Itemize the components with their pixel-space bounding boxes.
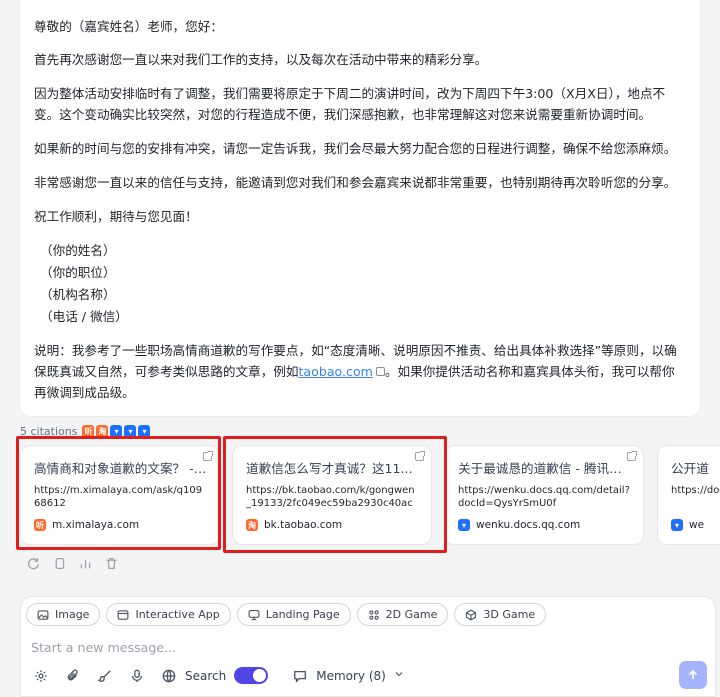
taobao-icon: 淘: [96, 425, 109, 438]
message-paragraph-4: 非常感谢您一直以来的信任与支持，能邀请到您对我们和参会嘉宾来说都非常重要，也特别…: [34, 175, 677, 190]
message-actions: [26, 556, 118, 570]
message-paragraph-5: 祝工作顺利，期待与您见面！: [34, 209, 198, 224]
citation-title: 高情商和对象道歉的文案？ - ...: [34, 461, 207, 476]
chip-label: 3D Game: [483, 608, 536, 621]
citation-url: https://wenku.docs.qq.com/detail?docId=Q…: [458, 485, 630, 509]
chip-2d-game[interactable]: 2D Game: [356, 603, 449, 626]
chip-interactive-app[interactable]: Interactive App: [106, 603, 231, 626]
external-link-icon: [375, 367, 385, 376]
external-link-icon: [627, 451, 637, 461]
tencent-docs-icon: ▾: [124, 425, 137, 438]
arrow-up-icon: [688, 669, 698, 679]
citation-cards: 高情商和对象道歉的文案？ - ... https://m.ximalaya.co…: [20, 445, 720, 545]
citation-url: https://docId=: [671, 485, 720, 496]
citation-source: ▾ we: [671, 519, 720, 531]
microphone-icon[interactable]: [129, 668, 145, 684]
message-paragraph-1: 首先再次感谢您一直以来对我们工作的支持，以及每次在活动中带来的精彩分享。: [34, 52, 488, 67]
settings-icon[interactable]: [33, 668, 49, 684]
citation-source: 淘 bk.taobao.com: [246, 519, 419, 531]
citations-label: 5 citations: [20, 425, 78, 438]
external-link-icon: [415, 451, 425, 461]
tencent-docs-icon: ▾: [458, 519, 470, 531]
tencent-docs-icon: ▾: [138, 425, 151, 438]
ximalaya-icon: 听: [34, 519, 46, 531]
globe-icon[interactable]: [161, 668, 177, 684]
message-paragraph-2: 因为整体活动安排临时有了调整，我们需要将原定于下周二的演讲时间，改为下周四下午3…: [34, 86, 666, 122]
memory-label[interactable]: Memory (8): [316, 669, 386, 683]
message-note: 说明：我参考了一些职场高情商道歉的写作要点，如“态度清晰、说明原因不推责、给出具…: [34, 340, 686, 403]
chip-image[interactable]: Image: [26, 603, 101, 626]
chip-label: Image: [55, 608, 90, 621]
grid-icon: [368, 609, 380, 621]
search-label: Search: [185, 668, 227, 683]
citation-source-label: we: [689, 519, 705, 531]
signature-title: （你的职位）: [40, 265, 116, 280]
message-composer: Image Interactive App Landing Page 2D Ga…: [20, 596, 716, 697]
chevron-down-icon[interactable]: [394, 669, 404, 682]
chip-3d-game[interactable]: 3D Game: [454, 603, 547, 626]
tencent-docs-icon: ▾: [110, 425, 123, 438]
message-paragraph-3: 如果新的时间与您的安排有冲突，请您一定告诉我，我们会尽最大努力配合您的日程进行调…: [34, 141, 677, 156]
signature-contact: （电话 / 微信）: [40, 309, 128, 324]
chip-label: Landing Page: [265, 608, 340, 621]
brush-icon[interactable]: [97, 668, 113, 684]
cube-icon: [465, 608, 477, 621]
signature-name: （你的姓名）: [40, 243, 116, 258]
attachment-icon[interactable]: [65, 668, 81, 684]
signature-block: （你的姓名） （你的职位） （机构名称） （电话 / 微信）: [34, 240, 686, 328]
tencent-docs-icon: ▾: [671, 519, 683, 531]
citation-card-3[interactable]: 关于最诚恳的道歉信 - 腾讯文库 https://wenku.docs.qq.c…: [444, 445, 644, 545]
regenerate-icon[interactable]: [26, 556, 40, 570]
memory-icon[interactable]: [292, 668, 308, 684]
message-greeting: 尊敬的（嘉宾姓名）老师，您好：: [34, 19, 223, 34]
citation-card-2[interactable]: 道歉信怎么写才真诚？这11... https://bk.taobao.com/k…: [232, 445, 432, 545]
trash-icon[interactable]: [104, 556, 118, 570]
citation-card-1[interactable]: 高情商和对象道歉的文案？ - ... https://m.ximalaya.co…: [20, 445, 220, 545]
monitor-icon: [248, 609, 260, 621]
citation-title: 关于最诚恳的道歉信 - 腾讯文库: [458, 461, 631, 476]
citation-source-label: wenku.docs.qq.com: [476, 519, 581, 531]
chip-landing-page[interactable]: Landing Page: [236, 603, 351, 626]
citation-title: 公开道: [671, 461, 709, 476]
citation-source-label: m.ximalaya.com: [52, 519, 140, 531]
note-link[interactable]: taobao.com: [298, 364, 372, 379]
bar-chart-icon[interactable]: [78, 556, 92, 570]
mode-chips: Image Interactive App Landing Page 2D Ga…: [26, 603, 547, 626]
copy-icon[interactable]: [52, 556, 66, 570]
search-toggle[interactable]: [234, 667, 269, 684]
chip-label: Interactive App: [135, 608, 220, 621]
external-link-icon: [203, 451, 213, 461]
citation-url: https://m.ximalaya.com/ask/q10968612: [34, 485, 203, 509]
app-window-icon: [117, 609, 129, 621]
signature-org: （机构名称）: [40, 287, 116, 302]
send-button[interactable]: [679, 661, 707, 689]
citation-card-4[interactable]: 公开道 https://docId= ▾ we: [657, 445, 720, 545]
composer-tools: Search Memory (8): [33, 667, 404, 684]
chip-label: 2D Game: [385, 608, 438, 621]
citation-title: 道歉信怎么写才真诚？这11...: [246, 461, 413, 476]
message-input[interactable]: [31, 637, 631, 657]
citation-source-label: bk.taobao.com: [264, 519, 343, 531]
citation-source: ▾ wenku.docs.qq.com: [458, 519, 631, 531]
citations-row[interactable]: 5 citations 听 淘 ▾ ▾ ▾: [20, 425, 151, 438]
ximalaya-icon: 听: [82, 425, 95, 438]
image-icon: [37, 609, 49, 621]
taobao-icon: 淘: [246, 519, 258, 531]
citation-url: https://bk.taobao.com/k/gongwen_19133/2f…: [246, 485, 415, 509]
assistant-message: 尊敬的（嘉宾姓名）老师，您好： 首先再次感谢您一直以来对我们工作的支持，以及每次…: [20, 0, 700, 416]
citation-source: 听 m.ximalaya.com: [34, 519, 207, 531]
